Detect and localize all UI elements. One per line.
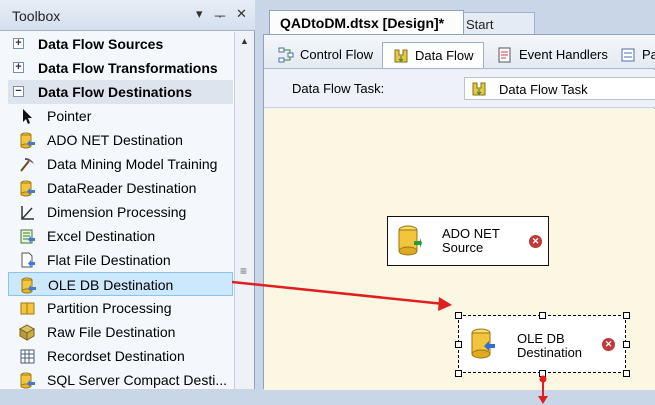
- toolbox-list: + Data Flow Sources + Data Flow Transfor…: [8, 32, 233, 392]
- collapse-icon[interactable]: −: [13, 86, 24, 97]
- category-label: Data Flow Sources: [38, 36, 164, 52]
- item-label: ADO NET Destination: [47, 132, 183, 148]
- resize-handle[interactable]: [623, 370, 630, 377]
- item-label: Flat File Destination: [47, 252, 171, 268]
- window-position-dropdown-icon[interactable]: ▾: [196, 6, 203, 22]
- scroll-up-icon[interactable]: ▲: [240, 36, 249, 46]
- recordset-destination-icon: [20, 349, 35, 364]
- item-label: OLE DB Destination: [48, 277, 174, 293]
- component-label-line2: Destination: [517, 345, 583, 360]
- resize-handle[interactable]: [623, 312, 630, 319]
- ole-db-destination-icon: [21, 277, 36, 294]
- pin-icon[interactable]: ᅮ: [214, 6, 226, 25]
- resize-handle[interactable]: [539, 312, 546, 319]
- excel-destination-icon: [20, 229, 35, 244]
- item-label: Dimension Processing: [47, 204, 187, 220]
- data-flow-task-select[interactable]: Data Flow Task: [464, 77, 655, 100]
- flat-file-destination-icon: [21, 252, 35, 268]
- error-icon[interactable]: ✕: [602, 338, 615, 351]
- category-data-flow-sources[interactable]: + Data Flow Sources: [8, 32, 233, 56]
- tab-label: Event Handlers: [519, 47, 608, 62]
- category-label: Data Flow Transformations: [38, 60, 218, 76]
- item-label: Data Mining Model Training: [47, 156, 218, 172]
- ado-net-destination-icon: [20, 132, 35, 149]
- design-canvas[interactable]: ADO NET Source ✕ OLE DB Destination ✕: [264, 109, 655, 404]
- toolbox-title-bar: Toolbox ▾ ᅮ ✕: [0, 0, 255, 31]
- item-label: Excel Destination: [47, 228, 156, 244]
- item-label: Pointer: [47, 108, 92, 124]
- tab-label: Control Flow: [300, 47, 373, 62]
- event-handlers-icon: [498, 47, 511, 63]
- data-flow-task-bar: Data Flow Task: Data Flow Task: [264, 70, 655, 108]
- destination-database-icon: [471, 328, 495, 359]
- raw-file-destination-icon: [19, 324, 36, 341]
- package-designer: Control Flow Data Flow Event Handlers Pa…: [263, 34, 655, 404]
- resize-handle[interactable]: [455, 341, 462, 348]
- tab-event-handlers[interactable]: Event Handlers: [487, 42, 608, 68]
- category-data-flow-transformations[interactable]: + Data Flow Transformations: [8, 56, 233, 80]
- toolbox-title: Toolbox: [12, 8, 61, 24]
- tab-start-page[interactable]: Start Page: [455, 12, 535, 47]
- item-label: Partition Processing: [47, 300, 172, 316]
- tab-package-explorer[interactable]: Pa: [610, 42, 655, 68]
- category-label: Data Flow Destinations: [38, 84, 193, 100]
- control-flow-icon: [278, 47, 294, 63]
- item-label: Raw File Destination: [47, 324, 176, 340]
- tab-control-flow[interactable]: Control Flow: [268, 42, 378, 68]
- toolbox-item-partition-processing[interactable]: Partition Processing: [8, 296, 233, 320]
- data-flow-task-value: Data Flow Task: [499, 82, 588, 97]
- datareader-destination-icon: [20, 180, 35, 197]
- toolbox-item-dimension-processing[interactable]: Dimension Processing: [8, 200, 233, 224]
- tab-label: Data Flow: [415, 48, 474, 63]
- toolbox-panel: Toolbox ▾ ᅮ ✕ + Data Flow Sources + Data…: [0, 0, 255, 389]
- component-label-line1: OLE DB: [517, 331, 565, 346]
- data-mining-icon: [20, 158, 34, 172]
- pointer-icon: [23, 109, 32, 124]
- close-icon[interactable]: ✕: [236, 6, 247, 22]
- component-label: ADO NET Source: [442, 227, 500, 255]
- component-label-line2: Source: [442, 240, 484, 255]
- toolbox-item-sql-server-compact-destination[interactable]: SQL Server Compact Desti...: [8, 368, 233, 392]
- tab-data-flow[interactable]: Data Flow: [382, 42, 484, 68]
- dimension-processing-icon: [21, 206, 34, 220]
- tab-qadtodm-design[interactable]: QADtoDM.dtsx [Design]*: [269, 10, 464, 34]
- sql-server-compact-icon: [20, 372, 35, 389]
- expand-icon[interactable]: +: [13, 62, 24, 73]
- component-label-line1: ADO NET: [442, 226, 500, 241]
- data-flow-icon: [472, 82, 486, 96]
- item-label: Recordset Destination: [47, 348, 185, 364]
- toolbox-item-raw-file-destination[interactable]: Raw File Destination: [8, 320, 233, 344]
- toolbox-item-flat-file-destination[interactable]: Flat File Destination: [8, 248, 233, 272]
- data-flow-icon: [394, 49, 408, 63]
- resize-handle[interactable]: [623, 341, 630, 348]
- resize-handle[interactable]: [455, 312, 462, 319]
- source-database-icon: [398, 225, 422, 256]
- item-label: DataReader Destination: [47, 180, 197, 196]
- toolbox-item-pointer[interactable]: Pointer: [8, 104, 233, 128]
- error-output-arrow[interactable]: [536, 375, 550, 405]
- toolbox-item-ado-net-destination[interactable]: ADO NET Destination: [8, 128, 233, 152]
- resize-handle[interactable]: [455, 370, 462, 377]
- ado-net-source-component[interactable]: ADO NET Source ✕: [387, 216, 549, 266]
- toolbox-item-ole-db-destination[interactable]: OLE DB Destination: [8, 272, 233, 296]
- designer-tab-strip: Control Flow Data Flow Event Handlers Pa: [264, 35, 655, 69]
- toolbox-item-excel-destination[interactable]: Excel Destination: [8, 224, 233, 248]
- toolbox-scrollbar[interactable]: ▲ ≡: [234, 32, 254, 389]
- splitter-grip-icon[interactable]: ≡: [240, 264, 247, 278]
- ole-db-destination-component[interactable]: OLE DB Destination ✕: [458, 315, 626, 373]
- partition-processing-icon: [20, 302, 35, 315]
- tab-label: Pa: [642, 47, 655, 62]
- item-label: SQL Server Compact Desti...: [47, 372, 227, 388]
- error-icon[interactable]: ✕: [529, 235, 542, 248]
- toolbox-item-datareader-destination[interactable]: DataReader Destination: [8, 176, 233, 200]
- package-explorer-icon: [621, 48, 635, 62]
- expand-icon[interactable]: +: [13, 38, 24, 49]
- toolbox-item-recordset-destination[interactable]: Recordset Destination: [8, 344, 233, 368]
- data-flow-task-label: Data Flow Task:: [292, 81, 385, 96]
- document-area: Start Page QADtoDM.dtsx [Design]* Contro…: [257, 0, 655, 404]
- component-label: OLE DB Destination: [517, 332, 582, 360]
- toolbox-item-data-mining-model-training[interactable]: Data Mining Model Training: [8, 152, 233, 176]
- category-data-flow-destinations[interactable]: − Data Flow Destinations: [8, 80, 233, 104]
